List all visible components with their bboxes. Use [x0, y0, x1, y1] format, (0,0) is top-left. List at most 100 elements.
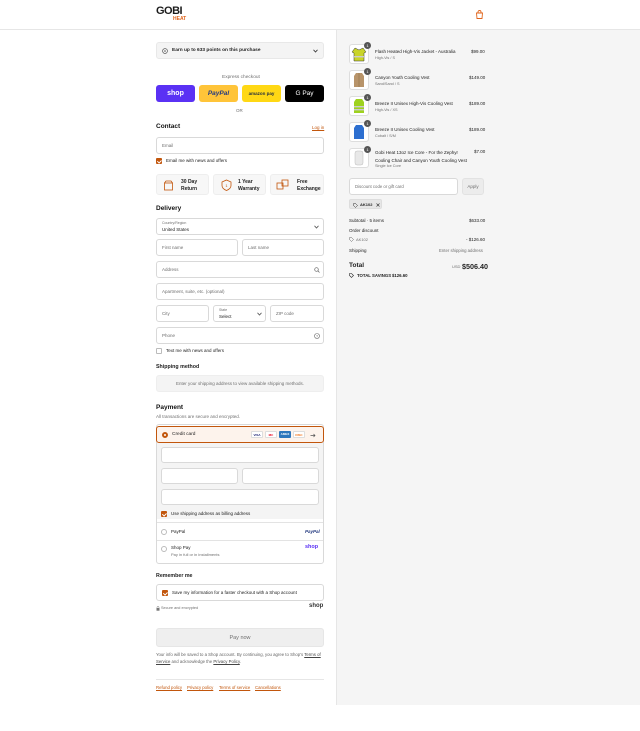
express-checkout-title: Express checkout [222, 75, 260, 80]
apply-label: Apply [467, 184, 479, 189]
credit-card-option[interactable]: Credit card VISA MC AMEX DISC [156, 426, 324, 443]
country-select[interactable]: Country/Region United States [156, 218, 324, 235]
perk-exchange-title: Free [297, 179, 308, 185]
item-name: Gobi Heat 13oz Ice Core - For the Zephyr… [375, 150, 467, 163]
product-thumbnail: 1 [349, 94, 371, 116]
apply-button[interactable]: Apply [462, 178, 484, 195]
card-expiry-field[interactable] [161, 468, 238, 484]
shop-logo: shop [309, 603, 324, 609]
state-select[interactable]: State Select [213, 305, 266, 322]
news-label: Email me with news and offers [166, 158, 227, 163]
applied-code-tag: AK102 [349, 199, 382, 209]
legal-mid: and acknowledge the [171, 659, 213, 664]
contact-heading: Contact [156, 123, 181, 130]
shop-pay-subtext: Pay in full or in installments [171, 552, 220, 557]
city-field[interactable]: City [156, 305, 209, 322]
savings-tag-icon [349, 273, 354, 278]
item-variant: High-Vis / S [375, 56, 395, 60]
close-icon[interactable] [376, 203, 380, 207]
shop-pay-option-label[interactable]: Shop Pay [171, 545, 191, 550]
legal-end: . [239, 659, 241, 664]
chevron-down-icon [257, 312, 262, 316]
item-variant: High-Vis / XS [375, 108, 398, 112]
lock-icon [156, 606, 160, 611]
zip-placeholder: ZIP code [276, 311, 294, 316]
billing-checkbox[interactable] [161, 511, 167, 517]
perk-warranty-sub: Warranty [238, 186, 260, 192]
perk-exchange-sub: Exchange [297, 186, 321, 192]
quantity-badge: 1 [364, 94, 371, 101]
last-name-placeholder: Last name [248, 245, 270, 250]
terms-of-service-link[interactable]: Terms of service [219, 685, 250, 690]
paypal-radio[interactable] [161, 529, 167, 535]
order-discount-label: Order discount [349, 228, 379, 233]
card-number-field[interactable] [161, 447, 319, 463]
text-me-checkbox[interactable] [156, 348, 162, 354]
country-label: Country/Region [162, 221, 187, 225]
perk-return: 30 Day Return [156, 174, 209, 195]
product-thumbnail: 1 [349, 68, 371, 90]
arrow-right-icon [310, 433, 316, 438]
card-cvc-field[interactable] [242, 468, 319, 484]
cancellations-link[interactable]: Cancellations [255, 685, 281, 690]
perk-warranty: 1 1 Year Warranty [213, 174, 266, 195]
delivery-heading: Delivery [156, 205, 182, 212]
svg-text:1: 1 [225, 183, 228, 188]
privacy-policy-link[interactable]: Privacy policy [187, 685, 213, 690]
phone-field[interactable]: Phone ? [156, 327, 324, 344]
google-pay-button[interactable]: G Pay [285, 85, 324, 102]
text-me-label: Text me with news and offers [166, 348, 224, 353]
applied-code: AK102 [360, 202, 373, 207]
shopping-bag-icon[interactable] [475, 10, 484, 19]
zip-field[interactable]: ZIP code [270, 305, 324, 322]
pay-now-button[interactable]: Pay now [156, 628, 324, 647]
credit-card-radio[interactable] [162, 432, 168, 438]
points-banner[interactable]: Earn up to 633 points on this purchase [156, 42, 324, 59]
perk-return-sub: Return [181, 186, 198, 192]
shipping-method-placeholder-box: Enter your shipping address to view avai… [156, 375, 324, 392]
news-checkbox[interactable] [156, 158, 162, 164]
mastercard-icon: MC [265, 431, 277, 438]
amazon-pay-button[interactable]: amazon pay [242, 85, 281, 102]
remember-me-box: Save my information for a faster checkou… [156, 584, 324, 601]
tag-icon [349, 237, 354, 242]
total-savings-label: TOTAL SAVINGS [357, 273, 392, 278]
refund-policy-link[interactable]: Refund policy [156, 685, 182, 690]
item-price: $189.00 [469, 101, 486, 106]
item-price: $99.00 [471, 49, 485, 54]
address-field[interactable]: Address [156, 261, 324, 278]
card-name-field[interactable] [161, 489, 319, 505]
state-label: State [219, 308, 228, 312]
paypal-button[interactable]: PayPal [199, 85, 238, 102]
shop-pay-button[interactable]: shop [156, 85, 195, 102]
item-variant: Sand/Sand / S [375, 82, 400, 86]
total-label: Total [349, 262, 365, 269]
privacy-link[interactable]: Privacy Policy [213, 659, 239, 664]
discount-placeholder: Discount code or gift card [355, 184, 404, 189]
item-name: Breeze II Unisex Cooling Vest [375, 127, 435, 132]
footer-divider [156, 679, 324, 680]
save-info-checkbox[interactable] [162, 590, 168, 596]
item-name: Flash Heated High-Vis Jacket - Australia [375, 49, 456, 54]
discount-code-label: AK102 [356, 237, 369, 242]
store-logo[interactable]: GOBI HEAT [156, 6, 190, 24]
visa-icon: VISA [251, 431, 263, 438]
first-name-field[interactable]: First name [156, 239, 238, 256]
secure-text: Secure and encrypted [161, 606, 199, 610]
email-field[interactable]: Email [156, 137, 324, 154]
shop-pay-radio[interactable] [161, 546, 167, 552]
paypal-option-label[interactable]: PayPal [171, 529, 185, 534]
quantity-badge: 1 [364, 42, 371, 49]
login-link[interactable]: Log in [312, 125, 324, 130]
paypal-label: PayPal [207, 90, 230, 97]
shop-pay-logo: shop [305, 544, 319, 550]
item-price: $7.00 [474, 149, 486, 154]
quantity-badge: 1 [364, 120, 371, 127]
apartment-field[interactable]: Apartment, suite, etc. (optional) [156, 283, 324, 300]
item-price: $149.00 [469, 75, 486, 80]
subtotal-value: $633.00 [469, 218, 486, 223]
help-icon[interactable]: ? [314, 333, 320, 339]
or-divider: OR [236, 108, 243, 113]
last-name-field[interactable]: Last name [242, 239, 324, 256]
discount-code-field[interactable]: Discount code or gift card [349, 178, 458, 195]
